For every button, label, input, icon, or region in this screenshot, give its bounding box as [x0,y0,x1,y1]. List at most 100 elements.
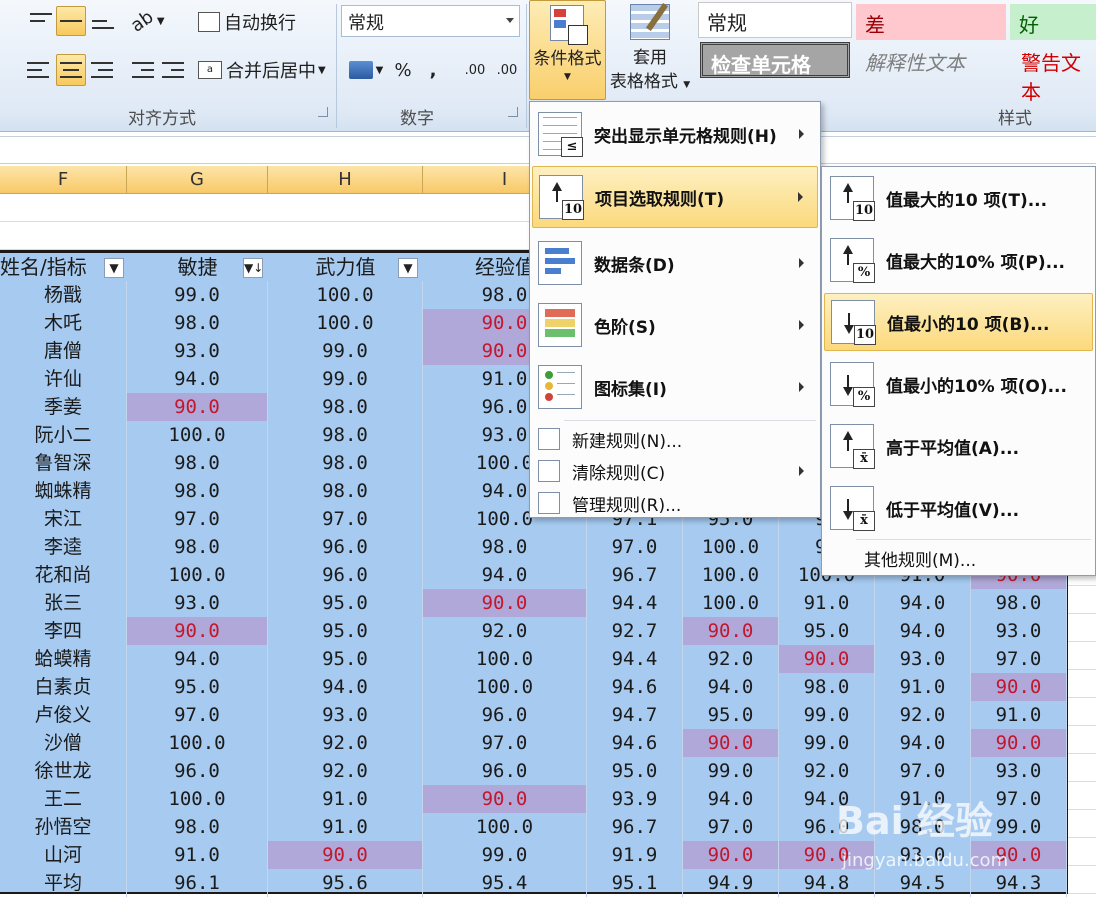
table-cell[interactable]: 95.1 [587,869,683,897]
menu-item-other-rules[interactable]: 其他规则(M)... [824,543,1093,573]
filter-dropdown-icon[interactable]: ▼ [104,258,124,278]
table-cell[interactable]: 94.8 [779,869,875,897]
table-cell[interactable]: 93.0 [971,757,1067,785]
align-center-button[interactable] [56,54,86,86]
table-cell[interactable]: 100.0 [268,281,423,309]
row-name-cell[interactable]: 蛤蟆精 [0,645,127,673]
format-as-table-button[interactable]: 套用 表格格式 ▼ [606,0,694,100]
style-warning[interactable]: 警告文本 [1012,42,1096,104]
table-cell[interactable]: 97.0 [971,645,1067,673]
table-cell[interactable]: 93.0 [127,589,268,617]
style-bad[interactable]: 差 [856,4,1006,40]
table-cell[interactable]: 98.0 [127,813,268,841]
menu-item-icon-sets[interactable]: 图标集(I) [532,358,818,416]
table-cell[interactable]: 100.0 [683,533,779,561]
table-cell[interactable]: 95.0 [268,589,423,617]
increase-decimal-button[interactable]: .00 [460,56,490,84]
table-cell[interactable]: 100.0 [423,813,587,841]
comma-style-button[interactable]: , [420,56,446,84]
table-cell[interactable]: 96.0 [268,533,423,561]
table-cell[interactable]: 98.0 [268,421,423,449]
table-cell[interactable]: 95.0 [779,617,875,645]
table-cell[interactable]: 100.0 [127,421,268,449]
table-cell[interactable]: 99.0 [423,841,587,869]
table-cell[interactable]: 97.0 [423,729,587,757]
table-cell[interactable]: 94.0 [683,673,779,701]
table-cell[interactable]: 94.0 [875,617,971,645]
table-cell[interactable]: 94.3 [971,869,1067,897]
decrease-indent-button[interactable] [130,56,156,84]
table-cell[interactable]: 95.0 [268,617,423,645]
table-cell[interactable]: 94.0 [423,561,587,589]
table-cell[interactable]: 93.0 [971,617,1067,645]
table-cell[interactable]: 96.0 [423,757,587,785]
table-cell[interactable]: 93.0 [875,645,971,673]
row-name-cell[interactable]: 阮小二 [0,421,127,449]
row-name-cell[interactable]: 唐僧 [0,337,127,365]
menu-item-manage-rules[interactable]: 管理规则(R)... [532,488,818,518]
table-cell[interactable]: 100.0 [423,673,587,701]
table-cell[interactable]: 91.0 [875,673,971,701]
row-name-cell[interactable]: 山河 [0,841,127,869]
decrease-decimal-button[interactable]: .00 [492,56,522,84]
table-cell[interactable]: 95.0 [587,757,683,785]
submenu-item[interactable]: % 值最小的10% 项(O)... [824,355,1093,413]
table-cell[interactable]: 98.0 [268,449,423,477]
menu-item-color-scales[interactable]: 色阶(S) [532,296,818,354]
merge-center-button[interactable]: a 合并后居中 ▼ [198,54,336,86]
table-cell[interactable]: 100.0 [268,309,423,337]
table-cell[interactable]: 96.1 [127,869,268,897]
row-name-cell[interactable]: 杨戬 [0,281,127,309]
table-cell[interactable]: 90.0 [423,589,587,617]
table-cell[interactable]: 94.6 [587,673,683,701]
number-format-select[interactable]: 常规 [341,5,520,37]
table-cell[interactable]: 94.9 [683,869,779,897]
row-name-cell[interactable]: 花和尚 [0,561,127,589]
column-header-f[interactable]: F [0,166,127,194]
table-cell[interactable]: 91.0 [268,785,423,813]
submenu-item[interactable]: x̄ 高于平均值(A)... [824,417,1093,475]
table-cell[interactable]: 97.0 [875,757,971,785]
table-cell[interactable]: 96.7 [587,813,683,841]
row-name-cell[interactable]: 宋江 [0,505,127,533]
table-cell[interactable]: 97.0 [268,505,423,533]
submenu-item[interactable]: % 值最大的10% 项(P)... [824,231,1093,289]
row-name-cell[interactable]: 沙僧 [0,729,127,757]
row-name-cell[interactable]: 王二 [0,785,127,813]
table-cell[interactable]: 96.7 [587,561,683,589]
table-cell[interactable]: 98.0 [779,673,875,701]
table-cell[interactable]: 91.0 [127,841,268,869]
table-cell[interactable]: 94.6 [587,729,683,757]
table-cell[interactable]: 98.0 [423,533,587,561]
style-explanatory[interactable]: 解释性文本 [856,42,1008,78]
column-header-h[interactable]: H [268,166,423,194]
submenu-item[interactable]: 10 值最小的10 项(B)... [824,293,1093,351]
row-name-cell[interactable]: 李逵 [0,533,127,561]
table-cell[interactable]: 92.7 [587,617,683,645]
table-cell[interactable]: 100.0 [683,589,779,617]
table-cell[interactable]: 94.4 [587,645,683,673]
table-cell[interactable]: 90.0 [683,841,779,869]
table-cell[interactable]: 92.0 [268,757,423,785]
submenu-item[interactable]: x̄ 低于平均值(V)... [824,479,1093,537]
style-good[interactable]: 好 [1010,4,1096,40]
row-name-cell[interactable]: 李四 [0,617,127,645]
table-cell[interactable]: 98.0 [971,589,1067,617]
table-cell[interactable]: 95.4 [423,869,587,897]
menu-item-highlight-cells[interactable]: ≤ 突出显示单元格规则(H) [532,106,818,162]
sort-filter-icon[interactable]: ▼↓ [243,258,263,278]
table-cell[interactable]: 90.0 [127,393,268,421]
table-cell[interactable]: 97.0 [683,813,779,841]
table-cell[interactable]: 93.0 [268,701,423,729]
table-cell[interactable]: 94.0 [268,673,423,701]
row-name-cell[interactable]: 季姜 [0,393,127,421]
table-cell[interactable]: 91.0 [268,813,423,841]
accounting-format-button[interactable]: ▼ [344,56,388,84]
table-cell[interactable]: 99.0 [127,281,268,309]
table-cell[interactable]: 92.0 [683,645,779,673]
table-cell[interactable]: 98.0 [127,449,268,477]
table-cell[interactable]: 90.0 [683,729,779,757]
filter-dropdown-icon[interactable]: ▼ [398,258,418,278]
row-name-cell[interactable]: 白素贞 [0,673,127,701]
menu-item-clear-rules[interactable]: 清除规则(C) [532,456,818,486]
